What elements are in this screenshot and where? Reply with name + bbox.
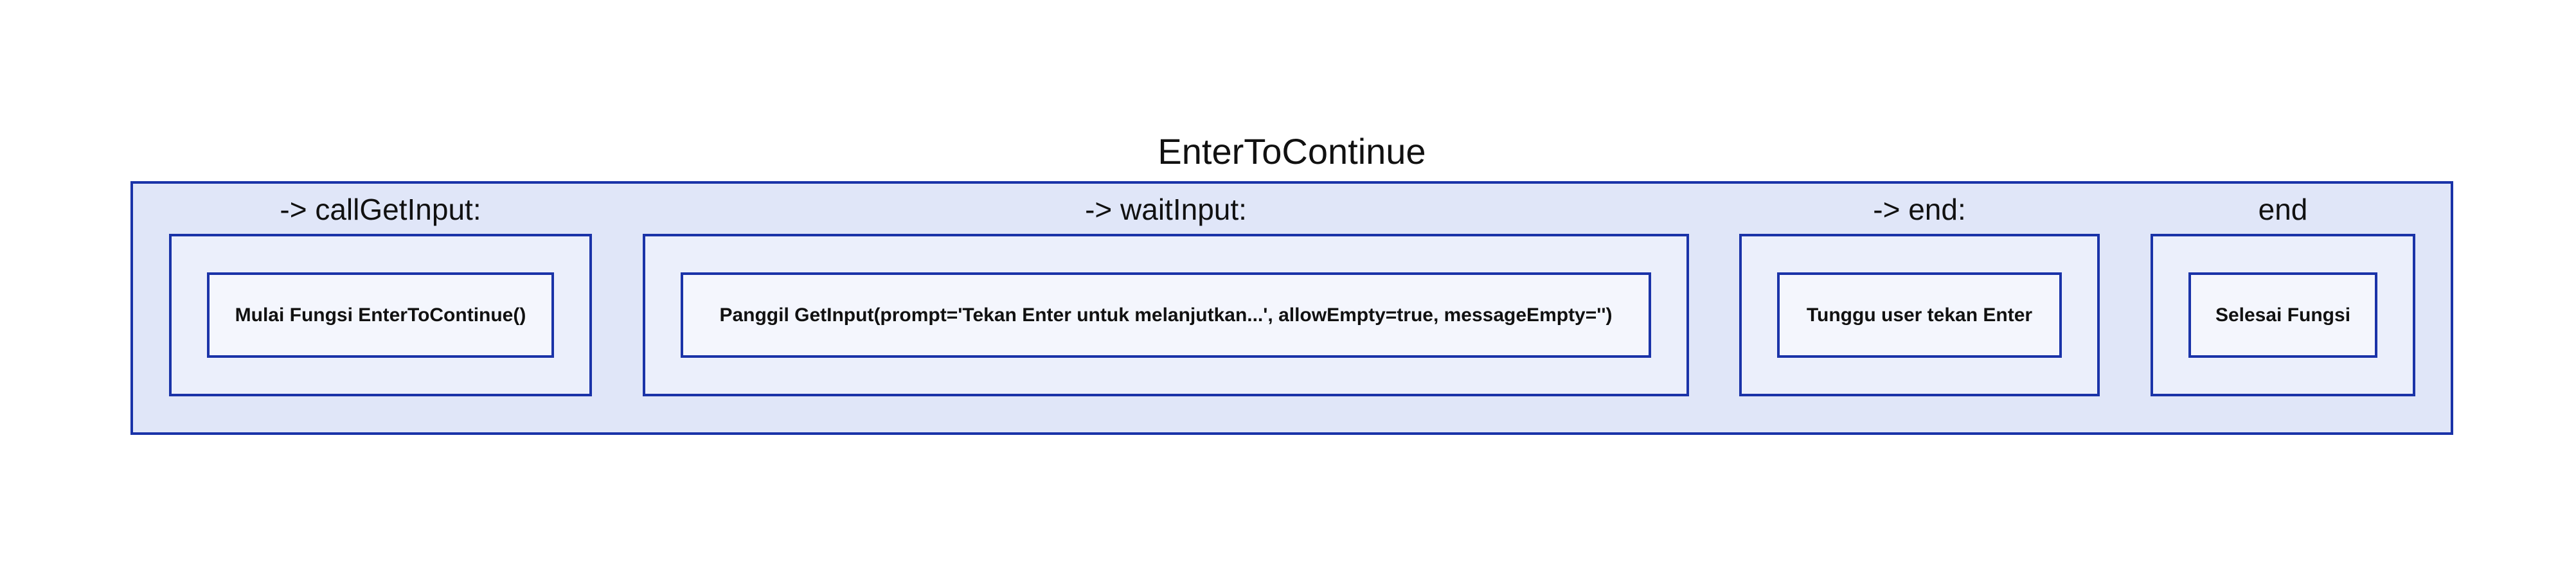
stage-label-wait-input: -> waitInput:	[1085, 193, 1247, 226]
stage-label-call-get-input: -> callGetInput:	[280, 193, 481, 226]
step-box-mulai-fungsi: Mulai Fungsi EnterToContinue()	[207, 272, 554, 358]
diagram-title: EnterToContinue	[1158, 131, 1426, 172]
stage-label-end-transition: -> end:	[1873, 193, 1966, 226]
step-box-panggil-getinput: Panggil GetInput(prompt='Tekan Enter unt…	[681, 272, 1651, 358]
step-box-selesai-fungsi: Selesai Fungsi	[2188, 272, 2377, 358]
step-box-tunggu-user: Tunggu user tekan Enter	[1777, 272, 2062, 358]
stage-label-end: end	[2258, 193, 2308, 226]
